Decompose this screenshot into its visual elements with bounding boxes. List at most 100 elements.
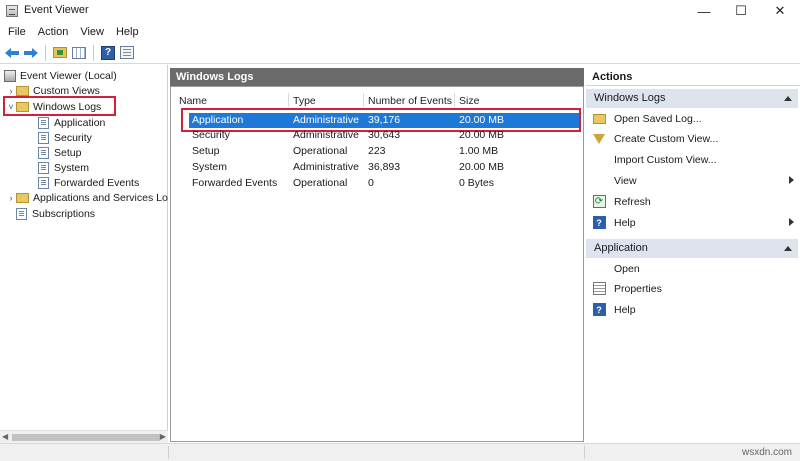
column-header-type[interactable]: Type: [293, 95, 316, 107]
action-help-application[interactable]: ? Help: [592, 301, 798, 318]
event-viewer-app-icon: [6, 5, 18, 17]
section-label: Windows Logs: [594, 92, 666, 104]
scroll-right-icon[interactable]: ▶: [160, 432, 166, 441]
action-open-saved-log[interactable]: Open Saved Log...: [592, 110, 798, 127]
table-row[interactable]: Setup Operational 223 1.00 MB: [189, 144, 579, 159]
tree-item-event-viewer-local[interactable]: Event Viewer (Local): [4, 68, 117, 83]
subscription-icon: [16, 207, 27, 220]
column-divider[interactable]: [363, 93, 364, 107]
tree-item-application[interactable]: Application: [38, 115, 105, 130]
menu-view[interactable]: View: [76, 26, 112, 38]
up-folder-button[interactable]: [52, 45, 68, 61]
action-open[interactable]: Open: [592, 260, 798, 277]
tree-item-forwarded-events[interactable]: Forwarded Events: [38, 175, 139, 190]
chevron-right-icon[interactable]: ›: [6, 193, 16, 203]
menu-file[interactable]: File: [4, 26, 34, 38]
filter-icon: [593, 133, 605, 144]
cell-type: Operational: [293, 145, 348, 157]
tree-item-applications-and-services[interactable]: › Applications and Services Lo: [6, 190, 168, 205]
help-icon: ?: [592, 216, 606, 229]
tree-item-label: Event Viewer (Local): [20, 69, 117, 82]
help-icon: ?: [592, 303, 606, 316]
actions-section-windows-logs[interactable]: Windows Logs: [586, 89, 798, 108]
cell-type: Administrative: [293, 161, 359, 173]
action-create-custom-view[interactable]: Create Custom View...: [592, 130, 798, 147]
log-icon: [38, 131, 49, 144]
tree-item-security[interactable]: Security: [38, 130, 92, 145]
column-header-name[interactable]: Name: [179, 95, 207, 107]
window-title: Event Viewer: [24, 4, 89, 16]
tree-item-label: Setup: [54, 146, 82, 159]
action-label: Help: [614, 216, 636, 229]
log-icon: [38, 161, 49, 174]
column-divider[interactable]: [454, 93, 455, 107]
action-refresh[interactable]: ⟳ Refresh: [592, 193, 798, 210]
action-import-custom-view[interactable]: Import Custom View...: [592, 151, 798, 168]
cell-size: 1.00 MB: [459, 145, 499, 157]
minimize-button[interactable]: —: [686, 0, 722, 22]
cell-type: Administrative: [293, 129, 359, 141]
column-divider[interactable]: [288, 93, 289, 107]
toolbar-separator: [93, 44, 94, 61]
submenu-arrow-icon: [789, 176, 794, 184]
folder-icon: [16, 85, 29, 96]
tree-item-subscriptions[interactable]: Subscriptions: [16, 206, 95, 221]
table-row[interactable]: System Administrative 36,893 20.00 MB: [189, 160, 579, 175]
action-view[interactable]: View: [592, 172, 798, 189]
refresh-icon: ⟳: [592, 195, 606, 208]
menu-help[interactable]: Help: [112, 26, 147, 38]
horizontal-scrollbar[interactable]: ◀ ▶: [0, 430, 168, 443]
cell-size: 20.00 MB: [459, 161, 504, 173]
status-divider: [168, 446, 169, 459]
action-label: Open Saved Log...: [614, 112, 702, 125]
tree-item-label: Security: [54, 131, 92, 144]
chevron-right-icon[interactable]: ›: [6, 86, 16, 96]
cell-size: 20.00 MB: [459, 129, 504, 141]
cell-size: 0 Bytes: [459, 177, 495, 189]
maximize-button[interactable]: ☐: [723, 0, 759, 22]
status-divider: [584, 446, 585, 459]
actions-section-application[interactable]: Application: [586, 239, 798, 258]
forward-button[interactable]: [23, 45, 39, 61]
tree-item-setup[interactable]: Setup: [38, 145, 81, 160]
table-row[interactable]: Forwarded Events Operational 0 0 Bytes: [189, 176, 579, 191]
help-icon: ?: [101, 45, 115, 60]
cell-name: Setup: [192, 145, 220, 157]
status-bar: wsxdn.com: [0, 443, 800, 461]
menu-action[interactable]: Action: [34, 26, 77, 38]
log-icon: [38, 146, 49, 159]
tree-item-label: Subscriptions: [32, 207, 96, 220]
action-properties[interactable]: Properties: [592, 280, 798, 297]
cell-type: Operational: [293, 177, 348, 189]
action-help[interactable]: ? Help: [592, 214, 798, 231]
scroll-left-icon[interactable]: ◀: [2, 432, 8, 441]
console-tree: Event Viewer (Local) › Custom Views ˅ Wi…: [0, 65, 168, 443]
table-row[interactable]: Security Administrative 30,643 20.00 MB: [189, 128, 579, 143]
cell-events: 36,893: [368, 161, 401, 173]
console-tree-icon: [72, 46, 86, 59]
tree-item-label: Application: [54, 116, 106, 129]
tree-item-label: Forwarded Events: [54, 176, 140, 189]
submenu-arrow-icon: [789, 218, 794, 226]
close-button[interactable]: ✕: [762, 0, 798, 22]
action-label: View: [614, 174, 637, 187]
show-action-pane-button[interactable]: [119, 45, 135, 61]
column-header-size[interactable]: Size: [459, 95, 479, 107]
tree-item-system[interactable]: System: [38, 160, 89, 175]
action-label: Open: [614, 262, 640, 275]
collapse-icon[interactable]: [784, 246, 792, 251]
column-header-number-of-events[interactable]: Number of Events: [368, 95, 452, 107]
open-folder-icon: [592, 113, 606, 124]
toolbar: ?: [0, 42, 800, 64]
logs-list: Name Type Number of Events Size Applicat…: [170, 86, 584, 442]
show-hide-console-tree-button[interactable]: [71, 45, 87, 61]
folder-up-icon: [53, 47, 67, 58]
scrollbar-thumb[interactable]: [12, 434, 160, 441]
tree-item-label: Custom Views: [33, 84, 100, 97]
back-button[interactable]: [4, 45, 20, 61]
cell-name: Security: [192, 129, 230, 141]
help-toolbar-button[interactable]: ?: [100, 45, 116, 61]
action-pane-icon: [120, 46, 134, 59]
log-icon: [38, 116, 49, 129]
collapse-icon[interactable]: [784, 96, 792, 101]
